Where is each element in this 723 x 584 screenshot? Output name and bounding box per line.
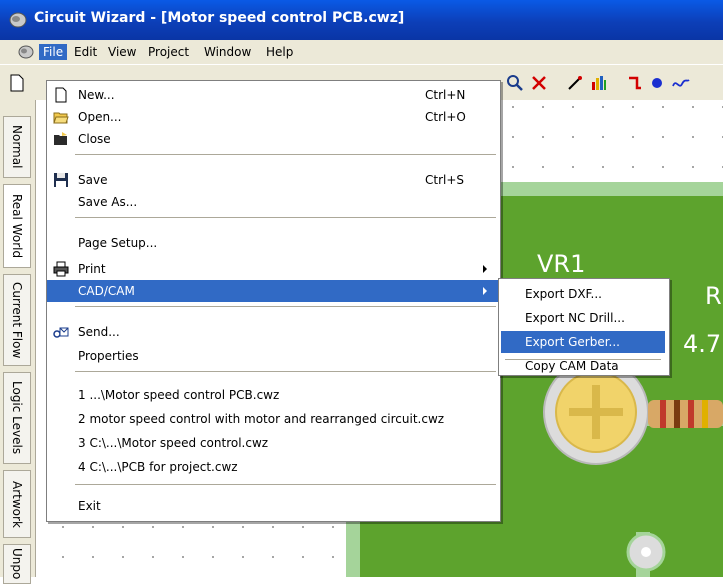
component-label-r: R	[705, 282, 722, 310]
component-label-vr1: VR1	[537, 250, 586, 278]
menu-item-properties[interactable]: Properties	[47, 345, 498, 367]
tab-current-flow[interactable]: Current Flow	[3, 274, 31, 366]
file-menu: New... Ctrl+N Open... Ctrl+O Close Save …	[46, 80, 501, 522]
submenu-item-copy-cam-data[interactable]: Copy CAM Data	[501, 359, 665, 375]
menu-item-page-setup[interactable]: Page Setup...	[47, 232, 498, 254]
menu-item-save[interactable]: Save Ctrl+S	[47, 169, 498, 191]
new-document-icon	[55, 87, 67, 103]
title-bar: Circuit Wizard - [Motor speed control PC…	[0, 0, 723, 40]
menu-item-print[interactable]: Print	[47, 258, 498, 280]
menu-item-new[interactable]: New... Ctrl+N	[47, 84, 498, 106]
tab-logic-levels[interactable]: Logic Levels	[3, 372, 31, 464]
app-icon[interactable]	[9, 12, 27, 28]
menu-item-recent-file[interactable]: 4 C:\...\PCB for project.cwz	[47, 456, 498, 478]
menu-item-close[interactable]: Close	[47, 128, 498, 150]
wire-icon[interactable]	[672, 74, 690, 92]
tab-normal[interactable]: Normal	[3, 116, 31, 178]
menu-item-save-as[interactable]: Save As...	[47, 191, 498, 213]
open-folder-icon	[53, 112, 69, 124]
menu-window[interactable]: Window	[200, 44, 255, 60]
cad-cam-submenu: Export DXF... Export NC Drill... Export …	[498, 278, 670, 376]
probe-icon[interactable]	[566, 74, 584, 92]
menu-separator	[75, 484, 496, 485]
document-icon[interactable]	[18, 44, 34, 60]
delete-icon[interactable]	[530, 74, 548, 92]
menu-project[interactable]: Project	[144, 44, 193, 60]
menu-view[interactable]: View	[104, 44, 140, 60]
menu-item-exit[interactable]: Exit	[47, 495, 498, 517]
menu-separator	[75, 306, 496, 307]
menu-item-send[interactable]: Send...	[47, 321, 498, 343]
menu-edit[interactable]: Edit	[70, 44, 101, 60]
submenu-item-export-nc-drill[interactable]: Export NC Drill...	[501, 307, 665, 329]
menu-bar: File Edit View Project Window Help	[0, 40, 723, 64]
save-disk-icon	[54, 173, 68, 187]
new-doc-icon[interactable]	[8, 74, 26, 92]
pad-icon[interactable]	[648, 74, 666, 92]
menu-item-recent-file[interactable]: 3 C:\...\Motor speed control.cwz	[47, 432, 498, 454]
tab-unpopulated[interactable]: Unpo	[3, 544, 31, 584]
menu-separator	[75, 217, 496, 218]
tab-artwork[interactable]: Artwork	[3, 470, 31, 538]
printer-icon	[53, 261, 69, 277]
close-folder-icon	[54, 132, 67, 145]
submenu-arrow-icon	[483, 265, 487, 273]
submenu-item-export-dxf[interactable]: Export DXF...	[501, 283, 665, 305]
zoom-icon[interactable]	[506, 74, 524, 92]
submenu-item-export-gerber[interactable]: Export Gerber...	[501, 331, 665, 353]
component-value-label: 4.7	[683, 330, 722, 358]
tab-real-world[interactable]: Real World	[3, 184, 31, 268]
menu-file[interactable]: File	[39, 44, 68, 60]
menu-item-cad-cam[interactable]: CAD/CAM	[47, 280, 498, 302]
window-title: Circuit Wizard - [Motor speed control PC…	[34, 10, 405, 26]
menu-item-open[interactable]: Open... Ctrl+O	[47, 106, 498, 128]
send-mail-icon	[53, 327, 69, 338]
submenu-arrow-icon	[483, 287, 487, 295]
menu-help[interactable]: Help	[262, 44, 297, 60]
menu-separator	[75, 154, 496, 155]
view-tabs: Normal Real World Current Flow Logic Lev…	[0, 100, 36, 584]
resistor[interactable]	[648, 392, 723, 442]
pcb-pad	[626, 532, 666, 572]
menu-item-recent-file[interactable]: 2 motor speed control with motor and rea…	[47, 408, 498, 430]
menu-separator	[75, 371, 496, 372]
menu-item-recent-file[interactable]: 1 ...\Motor speed control PCB.cwz	[47, 384, 498, 406]
graph-icon[interactable]	[590, 74, 608, 92]
track-icon[interactable]	[626, 74, 644, 92]
